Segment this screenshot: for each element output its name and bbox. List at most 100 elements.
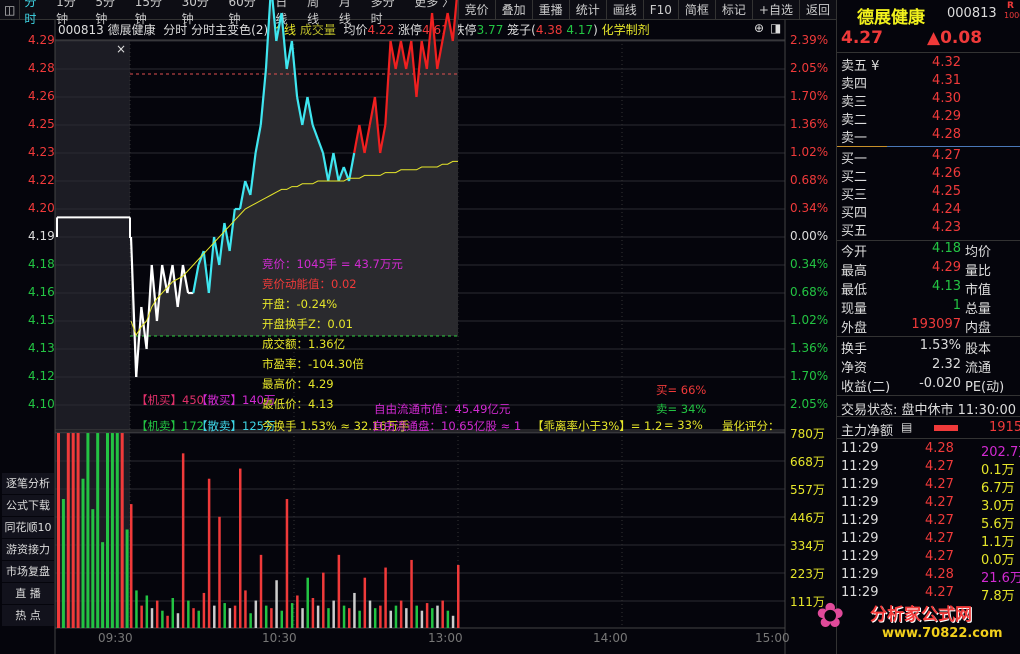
tick-row: 11:29 4.27 3.0万 [841, 495, 1020, 514]
margin-badge: R [1007, 1, 1014, 11]
volume-bar [218, 516, 221, 628]
row-value: 4.30 [932, 91, 961, 106]
volume-tick: 334万 [790, 539, 825, 553]
row-label: 买三 [841, 188, 868, 203]
row-label: 今开 [841, 245, 868, 260]
volume-bar [358, 610, 361, 628]
volume-bar [140, 605, 143, 628]
tick-time: 11:29 [841, 567, 879, 582]
volume-bar [155, 600, 159, 628]
premarket-volume-bar [120, 433, 124, 628]
volume-bar [353, 592, 356, 628]
side-menu-item[interactable]: 直 播 [2, 583, 54, 604]
row-label: 卖五 ¥ [841, 59, 880, 74]
stat-row: 净资 2.32 流通 [841, 357, 1020, 376]
percent-tick: 2.39% [790, 33, 829, 47]
volume-bar [239, 468, 242, 628]
tick-price: 4.28 [925, 567, 954, 582]
premarket-volume-bar [110, 433, 114, 628]
volume-bar [187, 600, 190, 628]
volume-bar [348, 608, 351, 628]
sell-percent: 卖= 34% [656, 402, 707, 416]
volume-tick: 780万 [790, 427, 825, 441]
tick-price: 4.27 [925, 459, 954, 474]
percent-tick: 0.68% [790, 285, 829, 299]
volume-bar [233, 605, 237, 628]
side-menu-item[interactable]: 游资接力 [2, 539, 54, 560]
volume-bar [264, 605, 268, 628]
bid-row: 买二 4.26 [841, 166, 1020, 185]
tick-time: 11:29 [841, 549, 879, 564]
volume-bar [249, 613, 252, 628]
tick-time: 11:29 [841, 531, 879, 546]
percent-tick: 2.05% [790, 61, 829, 75]
price-tick: 4.26 [28, 89, 55, 103]
row-label: 净资 [841, 361, 868, 376]
price-tick: 4.23 [28, 145, 55, 159]
row-value: 4.24 [932, 202, 961, 217]
overlay-line: 竞价：1045手 = 43.7万元 [262, 257, 403, 271]
row-value: 1.53% [919, 338, 961, 353]
tick-volume: 1.1万 [981, 535, 1015, 550]
side-menu-item[interactable]: 热 点 [2, 605, 54, 626]
close-icon[interactable]: × [116, 42, 126, 56]
ask-row: 卖四 4.31 [841, 73, 1020, 92]
stat-right-label: 市值 [965, 283, 992, 298]
volume-bar [316, 605, 320, 628]
premarket-volume-bar [101, 542, 105, 628]
side-menu-item[interactable]: 同花顺10 [2, 517, 54, 538]
row-value: 4.27 [932, 148, 961, 163]
ask-row: 卖二 4.29 [841, 109, 1020, 128]
list-icon[interactable]: ▤ [901, 420, 912, 434]
inst-sell: 【机卖】172 [136, 419, 204, 433]
row-label: 最高 [841, 264, 868, 279]
volume-bar [280, 610, 284, 628]
volume-bar [389, 610, 393, 628]
ask-row: 卖五 ¥ 4.32 [841, 55, 1020, 74]
volume-bar [441, 600, 444, 628]
volume-tick: 446万 [790, 511, 825, 525]
time-tick: 15:00 [755, 631, 790, 645]
side-menu-item[interactable]: 逐笔分析 [2, 473, 54, 494]
tick-volume: 3.0万 [981, 499, 1015, 514]
stat-row: 今开 4.18 均价 [841, 241, 1020, 260]
volume-bar [223, 603, 226, 628]
volume-bar [296, 595, 299, 628]
main-flow-bar [934, 425, 958, 431]
tick-time: 11:29 [841, 513, 879, 528]
volume-bar [363, 577, 367, 628]
intraday-chart[interactable] [0, 0, 836, 654]
price-tick: 4.28 [28, 61, 55, 75]
volume-bar [410, 559, 413, 628]
row-value: 4.23 [932, 220, 961, 235]
volume-bar [270, 608, 273, 628]
stat-right-label: 量比 [965, 264, 992, 279]
side-menu-item[interactable]: 公式下载 [2, 495, 54, 516]
premarket-volume-bar [96, 433, 100, 628]
volume-bar [306, 577, 309, 628]
volume-bar [457, 565, 460, 628]
overlay-line: 成交额：1.36亿 [262, 337, 346, 351]
row-value: 4.32 [932, 55, 961, 70]
volume-bar [171, 598, 175, 628]
inst-buy: 【机买】450 [136, 393, 204, 407]
stat-right-label: 内盘 [965, 321, 992, 336]
price-tick: 4.20 [28, 201, 55, 215]
bid-row: 买五 4.23 [841, 220, 1020, 239]
tick-row: 11:29 4.27 5.6万 [841, 513, 1020, 532]
stat-right-label: PE(动) [965, 380, 1005, 395]
volume-bar [311, 598, 315, 628]
price-tick: 4.22 [28, 173, 55, 187]
retail-buy: 【散买】140万 [196, 393, 276, 407]
mid-percent: = 33% [664, 418, 703, 432]
main-flow-label: 主力净额 [841, 424, 894, 439]
tick-volume: 6.7万 [981, 481, 1015, 496]
stat-right-label: 股本 [965, 342, 992, 357]
ask-row: 卖三 4.30 [841, 91, 1020, 110]
row-label: 买四 [841, 206, 868, 221]
tick-volume: 0.0万 [981, 553, 1015, 568]
stat-right-label: 总量 [965, 302, 992, 317]
volume-bar [373, 608, 377, 628]
volume-bar [228, 608, 232, 628]
side-menu-item[interactable]: 市场复盘 [2, 561, 54, 582]
